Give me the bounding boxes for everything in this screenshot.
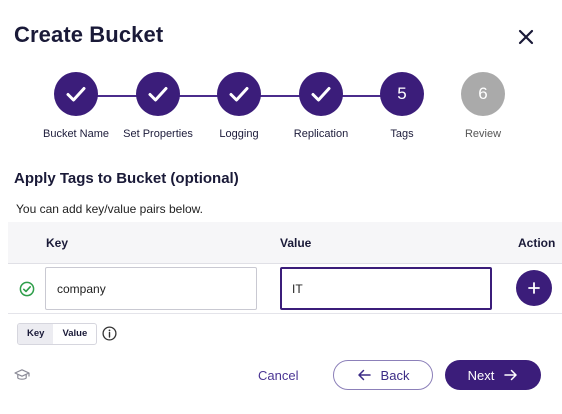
tags-table-header: Key Value Action xyxy=(8,222,562,264)
plus-icon xyxy=(528,282,540,294)
check-icon xyxy=(54,72,98,116)
info-icon[interactable] xyxy=(102,326,117,341)
step-label: Review xyxy=(464,128,502,140)
step-review[interactable]: 6 Review xyxy=(428,72,538,140)
next-button-label: Next xyxy=(467,367,495,383)
graduation-cap-icon[interactable] xyxy=(14,368,30,382)
wizard-stepper: Bucket Name Set Properties Logging Repli… xyxy=(0,72,562,152)
next-button[interactable]: Next xyxy=(445,360,541,390)
dialog-title: Create Bucket xyxy=(14,22,164,47)
tag-key-input[interactable] xyxy=(45,267,257,310)
check-icon xyxy=(217,72,261,116)
create-bucket-dialog: Create Bucket Bucket Name Set Properties… xyxy=(0,0,562,414)
back-button[interactable]: Back xyxy=(333,360,433,390)
section-title: Apply Tags to Bucket (optional) xyxy=(14,170,239,187)
arrow-right-icon xyxy=(504,369,518,381)
arrow-left-icon xyxy=(357,369,371,381)
check-icon xyxy=(299,72,343,116)
close-icon[interactable] xyxy=(512,24,540,50)
toggle-value-option[interactable]: Value xyxy=(53,324,96,344)
cancel-button[interactable]: Cancel xyxy=(258,368,298,383)
add-tag-button[interactable] xyxy=(516,270,552,306)
tag-value-input[interactable] xyxy=(280,267,492,310)
section-hint: You can add key/value pairs below. xyxy=(16,202,204,216)
column-header-action: Action xyxy=(518,236,556,250)
step-number: 6 xyxy=(461,72,505,116)
step-number: 5 xyxy=(380,72,424,116)
column-header-key: Key xyxy=(46,236,69,250)
check-icon xyxy=(136,72,180,116)
key-value-toggle: Key Value xyxy=(17,323,98,345)
back-button-label: Back xyxy=(380,367,410,383)
column-header-value: Value xyxy=(280,236,312,250)
check-circle-icon xyxy=(19,281,35,297)
toggle-key-option[interactable]: Key xyxy=(18,324,54,344)
